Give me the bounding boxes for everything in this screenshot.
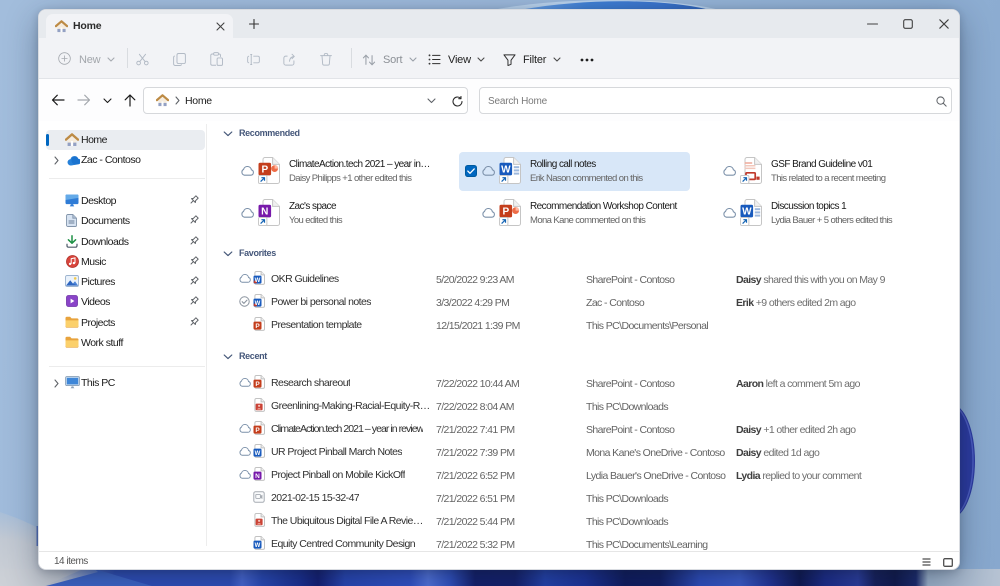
svg-text:P: P — [255, 427, 260, 434]
svg-text:W: W — [255, 543, 261, 549]
svg-text:W: W — [255, 451, 261, 457]
svg-text:N: N — [261, 207, 268, 218]
svg-text:N: N — [255, 473, 260, 480]
svg-text:P: P — [261, 165, 268, 176]
svg-text:W: W — [501, 165, 511, 176]
svg-text:P: P — [255, 323, 260, 330]
svg-text:P: P — [255, 381, 260, 388]
svg-text:W: W — [255, 278, 261, 284]
svg-text:W: W — [255, 301, 261, 307]
svg-text:P: P — [502, 207, 509, 218]
svg-text:W: W — [742, 207, 752, 218]
